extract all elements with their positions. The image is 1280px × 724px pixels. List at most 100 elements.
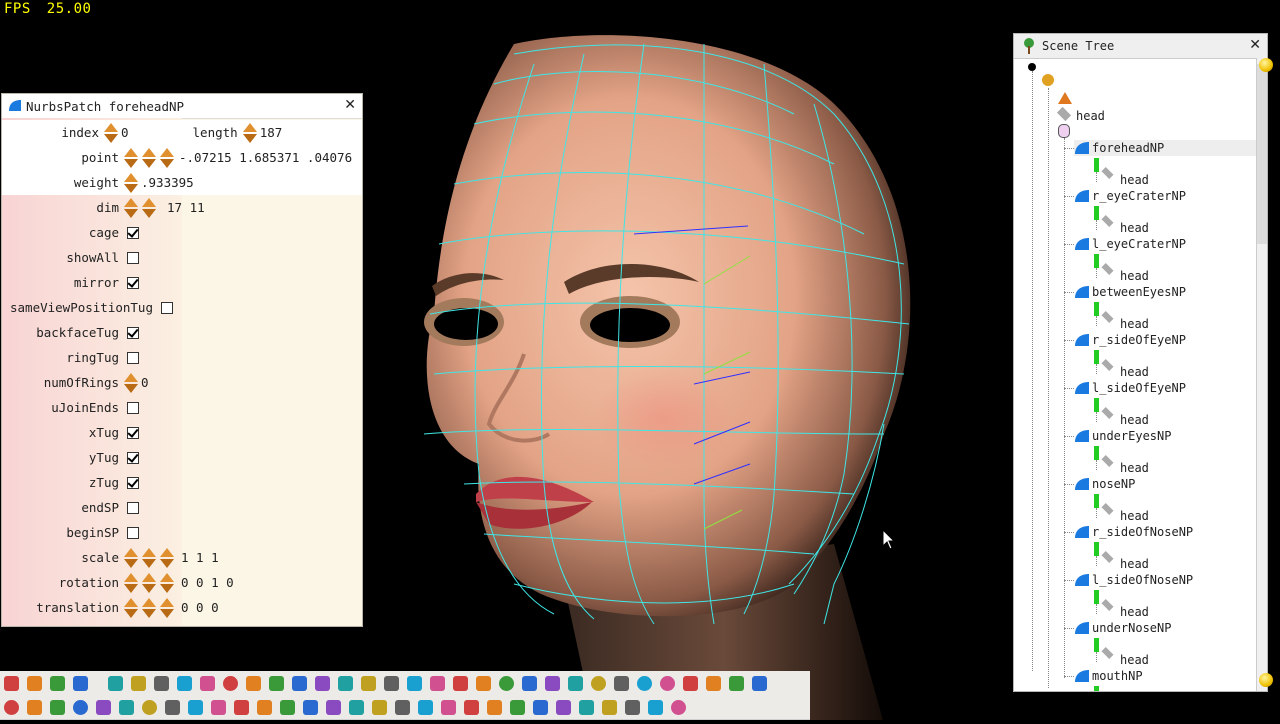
move2-icon[interactable] (564, 672, 587, 694)
coord-node-icon[interactable] (1094, 494, 1099, 508)
translation-value[interactable]: 0 0 0 (181, 600, 219, 615)
tree-node-head-ref[interactable]: head (1120, 268, 1149, 284)
checker-icon[interactable] (161, 696, 184, 718)
lock-icon[interactable] (345, 696, 368, 718)
scale-y-spinner-icon[interactable] (141, 547, 157, 569)
compass-icon[interactable] (667, 696, 690, 718)
weight-spinner-icon[interactable] (123, 172, 139, 194)
tree-node-head-ref[interactable]: head (1120, 460, 1149, 476)
head-icon[interactable] (472, 672, 495, 694)
rotation-z-spinner-icon[interactable] (159, 572, 175, 594)
sameviewpositiontug-checkbox[interactable] (161, 301, 173, 314)
top-dot-icon[interactable] (1259, 58, 1273, 72)
torus-icon[interactable] (69, 696, 92, 718)
appearance-node-icon[interactable] (1058, 124, 1070, 138)
frame-icon[interactable] (230, 696, 253, 718)
tree-node-head-ref[interactable]: head (1120, 220, 1149, 236)
target2-icon[interactable] (656, 672, 679, 694)
shape-node-icon[interactable] (1058, 92, 1072, 104)
ujoinends-checkbox[interactable] (127, 401, 139, 414)
index-value[interactable]: 0 (121, 125, 129, 140)
coord-node-icon[interactable] (1094, 398, 1099, 412)
coord-node-icon[interactable] (1094, 638, 1099, 652)
scene-tree-titlebar[interactable]: Scene Tree ✕ (1014, 34, 1267, 59)
index-spinner-icon[interactable] (103, 122, 119, 144)
wand-icon[interactable] (552, 696, 575, 718)
coord-node-icon[interactable] (1094, 350, 1099, 364)
pole-icon[interactable] (725, 672, 748, 694)
tree-node-undereyesnp[interactable]: underEyesNP (1074, 428, 1260, 444)
cone-icon[interactable] (46, 696, 69, 718)
light-icon[interactable] (207, 696, 230, 718)
ringtug-checkbox[interactable] (127, 351, 139, 364)
ring-icon[interactable] (138, 696, 161, 718)
open-folder-icon[interactable] (46, 672, 69, 694)
save-icon[interactable] (69, 672, 92, 694)
bridge-icon[interactable] (621, 696, 644, 718)
pill-icon[interactable] (518, 672, 541, 694)
coord-node-icon[interactable] (1094, 446, 1099, 460)
seq-icon[interactable] (368, 696, 391, 718)
tree-node-nosenp[interactable]: noseNP (1074, 476, 1260, 492)
tree-node-head-ref[interactable]: head (1120, 508, 1149, 524)
shield-icon[interactable] (184, 696, 207, 718)
rotation-value[interactable]: 0 0 1 0 (181, 575, 234, 590)
group-node-icon[interactable] (1042, 74, 1054, 86)
undo-icon[interactable] (173, 672, 196, 694)
endsp-checkbox[interactable] (127, 501, 139, 514)
tree-node-head-ref[interactable]: head (1120, 412, 1149, 428)
tree-node-betweeneyesnp[interactable]: betweenEyesNP (1074, 284, 1260, 300)
tree-node-head-ref[interactable]: head (1120, 364, 1149, 380)
ball-icon[interactable] (219, 672, 242, 694)
point-value[interactable]: -.07215 1.685371 .04076 (179, 150, 359, 165)
timer-icon[interactable] (322, 696, 345, 718)
material-icon[interactable] (276, 696, 299, 718)
tree-icon[interactable] (127, 672, 150, 694)
tree-node-head-ref[interactable]: head (1120, 652, 1149, 668)
count-icon[interactable] (506, 696, 529, 718)
coord-node-icon[interactable] (1094, 302, 1099, 316)
dim-value[interactable]: 17 11 (167, 200, 205, 215)
crop-icon[interactable] (334, 672, 357, 694)
point-z-spinner-icon[interactable] (159, 147, 175, 169)
leaf-icon[interactable] (253, 696, 276, 718)
bottom-dot-icon[interactable] (1259, 673, 1273, 687)
grid-icon[interactable] (242, 672, 265, 694)
cube-icon[interactable] (115, 696, 138, 718)
redo-icon[interactable] (196, 672, 219, 694)
tree-node-r-eyecraternp[interactable]: r_eyeCraterNP (1074, 188, 1260, 204)
numofrings-spinner-icon[interactable] (123, 372, 139, 394)
tree-node-head-ref[interactable]: head (1120, 172, 1149, 188)
bulb-icon[interactable] (437, 696, 460, 718)
tree-node-head-ref[interactable]: head (1120, 316, 1149, 332)
tree-node-l-sideofnosenp[interactable]: l_sideOfNoseNP (1074, 572, 1260, 588)
mirror-checkbox[interactable] (127, 276, 139, 289)
dots-icon[interactable] (575, 696, 598, 718)
tree-node-r-sideofeyenp[interactable]: r_sideOfEyeNP (1074, 332, 1260, 348)
help-icon[interactable] (748, 672, 771, 694)
face-icon[interactable] (403, 672, 426, 694)
tree-node-head-ref[interactable]: head (1120, 556, 1149, 572)
scene-tree-window[interactable]: Scene Tree ✕ head foreheadNP head r_eyeCrat… (1013, 33, 1268, 692)
close-icon[interactable]: ✕ (1249, 37, 1261, 53)
cage-checkbox[interactable] (127, 226, 139, 239)
dim-v-spinner-icon[interactable] (141, 197, 157, 219)
coord-node-icon[interactable] (1094, 206, 1099, 220)
mask-icon[interactable] (679, 672, 702, 694)
weight-value[interactable]: .933395 (141, 175, 194, 190)
xtug-checkbox[interactable] (127, 426, 139, 439)
move-icon[interactable] (541, 672, 564, 694)
triangle-icon[interactable] (483, 696, 506, 718)
point-x-spinner-icon[interactable] (123, 147, 139, 169)
rotation-y-spinner-icon[interactable] (141, 572, 157, 594)
tree-node-foreheadnp[interactable]: foreheadNP (1074, 140, 1260, 156)
arrows-icon[interactable] (460, 696, 483, 718)
globe-icon[interactable] (495, 672, 518, 694)
landscape-icon[interactable] (598, 696, 621, 718)
panel-titlebar[interactable]: NurbsPatch foreheadNP ✕ (2, 94, 362, 119)
text-icon[interactable] (414, 696, 437, 718)
tag-icon[interactable] (529, 696, 552, 718)
box-icon[interactable] (288, 672, 311, 694)
rotate-icon[interactable] (587, 672, 610, 694)
face-icon[interactable] (426, 672, 449, 694)
